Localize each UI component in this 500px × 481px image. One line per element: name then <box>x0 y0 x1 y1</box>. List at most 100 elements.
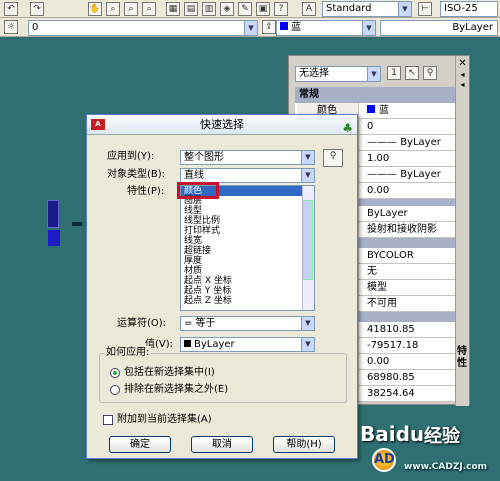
pan-icon[interactable]: ✋ <box>88 2 102 16</box>
list-item[interactable]: 厚度 <box>181 256 314 266</box>
ok-button[interactable]: 确定 <box>109 436 171 453</box>
exclude-radio[interactable] <box>110 385 120 395</box>
tool-palette-icon[interactable]: ▥ <box>202 2 216 16</box>
baidu-watermark: Baidu <box>360 422 425 446</box>
close-icon[interactable]: ✕ <box>456 58 469 70</box>
list-scrollbar[interactable] <box>302 186 314 310</box>
prop-value: 模型 <box>367 282 387 293</box>
calculator-icon[interactable]: ▣ <box>256 2 270 16</box>
include-radio[interactable] <box>110 368 120 378</box>
layer-make-current-icon[interactable]: ⇪ <box>262 20 276 34</box>
include-radio-label[interactable]: 包括在新选择集中(I) <box>124 366 215 380</box>
prop-value: 投射和接收阴影 <box>367 224 437 235</box>
palette-side-label: 特性 <box>457 346 467 369</box>
layers-toolbar: ☼ 0 ▼ ⇪ 蓝 ▼ ByLayer <box>0 18 500 37</box>
quick-select-icon[interactable]: ⚲ <box>423 66 437 80</box>
chevron-down-icon[interactable]: ▼ <box>301 317 314 330</box>
layer-combo[interactable]: 0 ▼ <box>28 20 258 36</box>
section-general[interactable]: 常规 <box>295 87 455 103</box>
properties-label: 特性(P): <box>127 186 165 197</box>
site-watermark: www.CADZJ.com <box>404 462 488 472</box>
help-button[interactable]: 帮助(H) <box>273 436 335 453</box>
list-item[interactable]: 打印样式 <box>181 226 314 236</box>
cancel-button[interactable]: 取消 <box>191 436 253 453</box>
dim-style-value: ISO-25 <box>444 3 478 14</box>
color-swatch <box>280 22 288 30</box>
section-general-label: 常规 <box>299 89 319 100</box>
operator-select[interactable]: = 等于 ▼ <box>180 316 315 331</box>
menu-icon[interactable]: ◂ <box>456 80 469 90</box>
append-checkbox-label[interactable]: 附加到当前选择集(A) <box>117 413 212 427</box>
chevron-down-icon[interactable]: ▼ <box>301 169 314 182</box>
text-style-combo[interactable]: Standard ▼ <box>322 1 412 17</box>
select-objects-icon[interactable]: ⚲ <box>323 149 343 167</box>
redo-icon[interactable]: ↷ <box>30 2 44 16</box>
chevron-down-icon[interactable]: ▼ <box>362 21 375 35</box>
help-icon[interactable]: ? <box>274 2 288 16</box>
chevron-down-icon[interactable]: ▼ <box>301 151 314 164</box>
zoom-window-icon[interactable]: ⌕ <box>124 2 138 16</box>
clover-icon: ♣ <box>342 121 353 135</box>
select-objects-icon[interactable]: ↖ <box>405 66 419 80</box>
dialog-title: 快速选择 <box>200 118 244 131</box>
pin-icon[interactable]: ◂ <box>456 70 469 80</box>
zoom-previous-icon[interactable]: ⌕ <box>142 2 156 16</box>
chevron-down-icon[interactable]: ▼ <box>367 67 380 81</box>
properties-list[interactable]: 颜色 图层 线型 线型比例 打印样式 线宽 超链接 厚度 材质 起点 X 坐标 … <box>180 185 315 311</box>
apply-to-value: 整个图形 <box>184 152 224 163</box>
color-combo[interactable]: 蓝 ▼ <box>276 20 376 36</box>
apply-to-label: 应用到(Y): <box>107 151 155 162</box>
linetype-combo[interactable]: ByLayer <box>380 20 498 36</box>
list-item[interactable]: 超链接 <box>181 246 314 256</box>
list-item[interactable]: 线型 <box>181 206 314 216</box>
standard-toolbar: ↶ ↷ ✋ ⌕ ⌕ ⌕ ▦ ▤ ▥ ◈ ✎ ▣ ? A Standard ▼ ⊢… <box>0 0 500 18</box>
prop-value: BYCOLOR <box>367 250 414 261</box>
text-style-value: Standard <box>326 3 372 14</box>
apply-to-select[interactable]: 整个图形 ▼ <box>180 150 315 165</box>
dialog-titlebar[interactable]: A 快速选择 ♣ <box>87 115 357 135</box>
chevron-down-icon[interactable]: ▼ <box>398 2 411 16</box>
chevron-down-icon[interactable]: ▼ <box>301 338 314 351</box>
undo-icon[interactable]: ↶ <box>4 2 18 16</box>
prop-value: 1.00 <box>367 153 390 164</box>
color-value: 蓝 <box>291 22 301 33</box>
quick-select-dialog: A 快速选择 ♣ 应用到(Y): 整个图形 ▼ ⚲ 对象类型(B): 直线 ▼ … <box>86 114 358 459</box>
dim-style-combo[interactable]: ISO-25 <box>440 1 498 17</box>
jingyan-watermark: 经验 <box>424 426 460 447</box>
how-to-apply-group: 如何应用: 包括在新选择集中(I) 排除在新选择集之外(E) <box>99 346 347 403</box>
selection-value: 无选择 <box>299 68 329 79</box>
drawing-object-block[interactable] <box>48 230 60 246</box>
dim-style-icon[interactable]: ⊢ <box>418 2 432 16</box>
object-type-label: 对象类型(B): <box>107 169 166 180</box>
design-center-icon[interactable]: ▤ <box>184 2 198 16</box>
palette-titlebar[interactable]: ✕ ◂ ◂ 特性 <box>455 56 469 406</box>
selection-combo[interactable]: 无选择 ▼ <box>295 66 381 82</box>
zoom-icon[interactable]: ⌕ <box>106 2 120 16</box>
exclude-radio-label[interactable]: 排除在新选择集之外(E) <box>124 383 228 397</box>
prop-value: 不可用 <box>367 298 397 309</box>
sheet-set-icon[interactable]: ◈ <box>220 2 234 16</box>
scroll-thumb[interactable] <box>303 200 313 280</box>
drawing-object-line[interactable] <box>72 222 82 226</box>
drawing-object-door[interactable] <box>47 200 59 228</box>
object-type-select[interactable]: 直线 ▼ <box>180 168 315 183</box>
list-item[interactable]: 起点 Y 坐标 <box>181 286 314 296</box>
prop-value: -79517.18 <box>367 340 419 351</box>
properties-icon[interactable]: ▦ <box>166 2 180 16</box>
list-item[interactable]: 线型比例 <box>181 216 314 226</box>
chevron-down-icon[interactable]: ▼ <box>244 21 257 35</box>
value-select[interactable]: ByLayer ▼ <box>180 337 315 352</box>
list-item[interactable]: 线宽 <box>181 236 314 246</box>
list-item[interactable]: 起点 X 坐标 <box>181 276 314 286</box>
markup-icon[interactable]: ✎ <box>238 2 252 16</box>
autocad-logo-icon: A <box>91 119 105 130</box>
prop-value: 无 <box>367 266 377 277</box>
list-item[interactable]: 材质 <box>181 266 314 276</box>
toggle-pickadd-icon[interactable]: 1 <box>387 66 401 80</box>
operator-label: 运算符(O): <box>117 318 167 329</box>
append-checkbox[interactable] <box>103 415 113 425</box>
cad-logo-icon: AD <box>372 448 396 472</box>
prop-value: 41810.85 <box>367 324 415 335</box>
list-item[interactable]: 起点 Z 坐标 <box>181 296 314 306</box>
text-style-icon[interactable]: A <box>302 2 316 16</box>
